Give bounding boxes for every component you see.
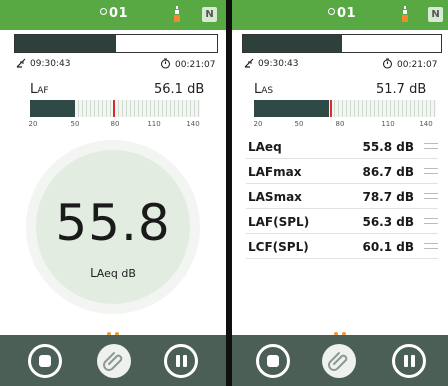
device-number: 01 (328, 6, 356, 21)
level-label: LAS (254, 82, 274, 97)
scale-tick: 110 (147, 120, 161, 128)
drag-handle-icon[interactable] (424, 143, 438, 149)
elapsed-time: 00:21:07 (160, 58, 215, 70)
meter-scale: 20 50 80 110 140 (28, 120, 200, 130)
list-item[interactable]: LASmax 78.7 dB (246, 184, 438, 209)
microphone-probe-icon (174, 6, 180, 22)
meter-fill (254, 100, 329, 117)
meter-fill (30, 100, 76, 117)
level-meter (30, 100, 200, 117)
scale-tick: 140 (419, 120, 433, 128)
measurement-progress (242, 34, 442, 53)
list-item[interactable]: LAeq 55.8 dB (246, 134, 438, 159)
scale-tick: 80 (335, 120, 345, 128)
elapsed-time: 00:21:07 (382, 58, 437, 70)
list-item[interactable]: LCF(SPL) 60.1 dB (246, 234, 438, 259)
list-item[interactable]: LAFmax 86.7 dB (246, 159, 438, 184)
attach-button[interactable] (322, 344, 356, 378)
scale-tick: 140 (186, 120, 200, 128)
paperclip-icon (103, 352, 123, 371)
attach-button[interactable] (97, 344, 131, 378)
meter-peak-marker (330, 100, 333, 117)
level-value: 51.7 dB (376, 82, 427, 97)
n-badge[interactable]: N (202, 7, 217, 22)
device-dot-icon (100, 8, 107, 15)
scale-tick: 80 (110, 120, 120, 128)
stop-button[interactable] (28, 344, 62, 378)
meter-peak-marker (113, 100, 116, 117)
measurement-progress (14, 34, 218, 53)
progress-fill (243, 35, 342, 52)
measurement-list: LAeq 55.8 dB LAFmax 86.7 dB LASmax 78.7 … (246, 134, 438, 259)
scale-tick: 50 (294, 120, 304, 128)
progress-fill (15, 35, 116, 52)
drag-handle-icon[interactable] (424, 243, 438, 249)
scale-tick: 20 (28, 120, 38, 128)
list-item[interactable]: LAF(SPL) 56.3 dB (246, 209, 438, 234)
scale-tick: 20 (253, 120, 263, 128)
clock-start-icon (244, 58, 254, 68)
pause-button[interactable] (164, 344, 198, 378)
leq-unit: LAeq dB (90, 266, 136, 280)
start-time: 09:30:43 (16, 58, 70, 69)
level-label: LAF (30, 82, 49, 97)
meter-scale: 20 50 80 110 140 (254, 120, 436, 130)
pause-button[interactable] (392, 344, 426, 378)
leq-display: 55.8 LAeq dB (26, 140, 200, 314)
microphone-probe-icon (402, 6, 408, 22)
n-badge[interactable]: N (428, 7, 443, 22)
leq-value: 55.8 (55, 194, 171, 252)
status-bar: 01 N (0, 0, 226, 30)
bottom-toolbar (0, 335, 226, 386)
right-screen: 01 N 09:30:43 00:21:07 LAS 51.7 dB 20 50… (232, 0, 448, 386)
start-time: 09:30:43 (244, 58, 298, 69)
level-value: 56.1 dB (154, 82, 205, 97)
drag-handle-icon[interactable] (424, 218, 438, 224)
clock-start-icon (16, 58, 26, 68)
scale-tick: 110 (381, 120, 395, 128)
stopwatch-icon (160, 58, 171, 69)
left-screen: 01 N 09:30:43 00:21:07 LAF 56.1 dB 20 50… (0, 0, 226, 386)
level-meter (254, 100, 436, 117)
device-dot-icon (328, 8, 335, 15)
bottom-toolbar (232, 335, 448, 386)
scale-tick: 50 (70, 120, 80, 128)
stopwatch-icon (382, 58, 393, 69)
stop-button[interactable] (256, 344, 290, 378)
paperclip-icon (328, 352, 348, 371)
drag-handle-icon[interactable] (424, 168, 438, 174)
drag-handle-icon[interactable] (424, 193, 438, 199)
device-number: 01 (100, 6, 128, 21)
status-bar: 01 N (232, 0, 448, 30)
